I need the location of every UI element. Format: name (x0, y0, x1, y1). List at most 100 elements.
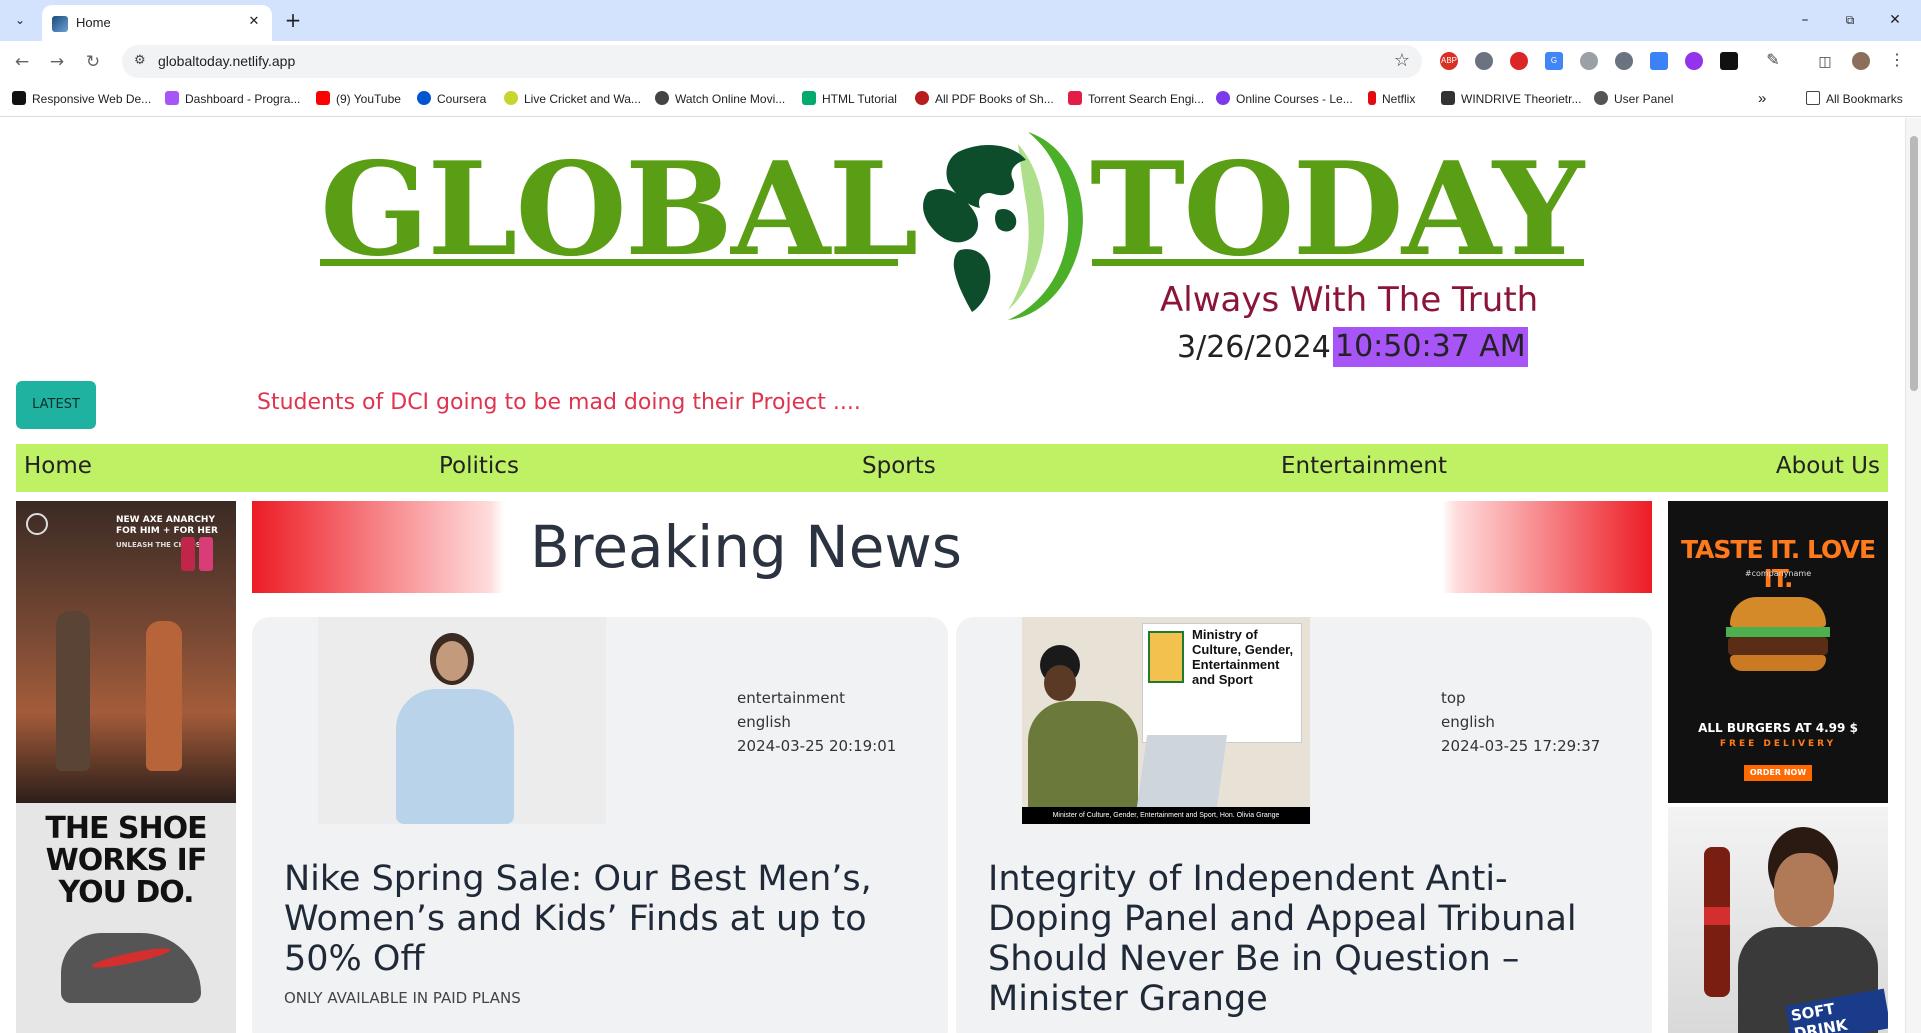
main-navbar: Home Politics Sports Entertainment About… (16, 444, 1888, 492)
all-bookmarks-label: All Bookmarks (1826, 92, 1903, 106)
bookmark-item[interactable]: Netflix (1368, 90, 1415, 108)
nav-sports-link[interactable]: Sports (862, 453, 936, 479)
axe-can-icon (181, 537, 195, 571)
bookmark-favicon-icon (165, 91, 179, 105)
bookmark-label: Watch Online Movi... (675, 92, 786, 106)
nav-politics-link[interactable]: Politics (439, 453, 519, 479)
extensions-puzzle-icon[interactable]: ✎ (1764, 52, 1782, 70)
book-icon (915, 91, 929, 105)
new-tab-plus-icon[interactable]: + (280, 8, 306, 34)
page-viewport: GLOBAL TODAY Always With The Truth 3/26/… (0, 118, 1905, 1033)
bookmark-label: Coursera (437, 92, 487, 106)
cricket-ball-icon (504, 91, 518, 105)
spider-extension-icon[interactable] (1615, 52, 1633, 70)
browser-tab-home[interactable]: Home ✕ (42, 5, 272, 41)
browser-toolbar: ← → ↻ ⚙ globaltoday.netlify.app ☆ ABP G … (0, 41, 1921, 81)
bookmark-item[interactable]: Responsive Web De... (12, 90, 151, 108)
speaker-face-shape (1044, 665, 1076, 701)
bookmark-item[interactable]: Dashboard - Progra... (165, 90, 300, 108)
profile-avatar-icon[interactable] (1852, 52, 1870, 70)
bookmark-item[interactable]: HTML Tutorial (802, 90, 897, 108)
tab-title: Home (76, 15, 111, 30)
page-scrollbar[interactable] (1905, 118, 1921, 1033)
ad-axe-anarchy[interactable]: NEW AXE ANARCHY FOR HIM + FOR HER UNLEAS… (16, 501, 236, 803)
reload-icon[interactable]: ↻ (80, 49, 106, 75)
minimize-window-icon[interactable]: – (1790, 8, 1820, 32)
model-face-shape (436, 641, 468, 681)
current-date: 3/26/2024 (1177, 330, 1331, 365)
news-card-image[interactable] (318, 617, 606, 824)
news-card-title[interactable]: Integrity of Independent Anti-Doping Pan… (988, 859, 1628, 1019)
bookmark-label: HTML Tutorial (822, 92, 897, 106)
bookmark-item[interactable]: Online Courses - Le... (1216, 90, 1353, 108)
news-category: top (1441, 689, 1466, 707)
bookmark-star-icon[interactable]: ☆ (1394, 50, 1410, 71)
latest-button[interactable]: LATEST (16, 381, 96, 429)
news-published-date: 2024-03-25 17:29:37 (1441, 737, 1601, 755)
nav-home-link[interactable]: Home (24, 453, 92, 479)
back-arrow-icon[interactable]: ← (9, 49, 35, 75)
ad-nike-shoe[interactable]: THE SHOE WORKS IF YOU DO. (16, 803, 236, 1033)
bookmark-favicon-icon (12, 91, 26, 105)
bookmark-label: Responsive Web De... (32, 92, 152, 106)
more-bookmarks-chevron-icon[interactable]: » (1758, 90, 1766, 108)
bug-extension-icon[interactable] (1475, 52, 1493, 70)
bookmark-item[interactable]: User Panel (1594, 90, 1673, 108)
coursera-icon (417, 91, 431, 105)
news-card-title[interactable]: Nike Spring Sale: Our Best Men’s, Women’… (284, 859, 924, 979)
bookmark-item[interactable]: Live Cricket and Wa... (504, 90, 641, 108)
news-card[interactable]: Ministry of Culture, Gender, Entertainme… (956, 617, 1652, 1033)
bookmark-label: All PDF Books of Sh... (935, 92, 1054, 106)
adblock-extension-icon[interactable]: ABP (1440, 52, 1458, 70)
translate-extension-icon[interactable]: G (1545, 52, 1563, 70)
film-reel-icon (655, 91, 669, 105)
burger-lettuce-icon (1726, 627, 1830, 637)
bookmark-item[interactable]: Watch Online Movi... (655, 90, 785, 108)
ad-soft-drink[interactable]: SOFT DRINK (1668, 807, 1888, 1033)
language-extension-icon[interactable] (1650, 52, 1668, 70)
forward-arrow-icon[interactable]: → (44, 49, 70, 75)
ad-burger-delivery: FREE DELIVERY (1719, 739, 1837, 749)
jamaica-coat-of-arms-icon (1148, 631, 1184, 683)
ad-burger[interactable]: TASTE IT. LOVE IT. #companyname ALL BURG… (1668, 501, 1888, 803)
ad-nike-headline: THE SHOE WORKS IF YOU DO. (45, 811, 207, 910)
notification-extension-icon[interactable] (1510, 52, 1528, 70)
bookmark-item[interactable]: All PDF Books of Sh... (915, 90, 1054, 108)
all-bookmarks-folder[interactable]: All Bookmarks (1806, 90, 1903, 108)
address-url[interactable]: globaltoday.netlify.app (158, 53, 295, 69)
nav-entertainment-link[interactable]: Entertainment (1281, 453, 1447, 479)
bookmark-item[interactable]: WINDRIVE Theorietr... (1441, 90, 1581, 108)
news-category: entertainment (737, 689, 845, 707)
bookmark-item[interactable]: Torrent Search Engi... (1068, 90, 1204, 108)
purple-extension-icon[interactable] (1685, 52, 1703, 70)
site-info-tune-icon[interactable]: ⚙ (134, 52, 152, 70)
ad-burger-hashtag: #companyname (1744, 569, 1812, 578)
news-card-meta: entertainment english 2024-03-25 20:19:0… (737, 686, 896, 758)
news-card-image[interactable]: Ministry of Culture, Gender, Entertainme… (1022, 617, 1310, 824)
image-caption: Minister of Culture, Gender, Entertainme… (1022, 807, 1310, 824)
burger-bun-bottom-icon (1730, 655, 1826, 671)
folder-icon (1806, 91, 1820, 105)
ad-order-now-button[interactable]: ORDER NOW (1744, 765, 1812, 781)
globe-extension-icon[interactable] (1580, 52, 1598, 70)
browser-menu-kebab-icon[interactable]: ⋮ (1888, 52, 1906, 70)
w3schools-icon (802, 91, 816, 105)
tab-search-chevron-icon[interactable]: ⌄ (8, 8, 32, 32)
news-language: english (737, 713, 791, 731)
bookmark-item[interactable]: (9) YouTube (316, 90, 401, 108)
latest-news-ticker[interactable]: Students of DCI going to be mad doing th… (257, 390, 861, 415)
address-bar[interactable]: ⚙ globaltoday.netlify.app ☆ (122, 45, 1422, 78)
bookmark-item[interactable]: Coursera (417, 90, 486, 108)
ad-axe-headline: NEW AXE ANARCHY FOR HIM + FOR HER (116, 515, 218, 536)
restore-window-icon[interactable]: ⧉ (1835, 8, 1865, 32)
bookmark-label: Dashboard - Progra... (185, 92, 301, 106)
news-card[interactable]: entertainment english 2024-03-25 20:19:0… (252, 617, 948, 1033)
nav-about-us-link[interactable]: About Us (1776, 453, 1880, 479)
paid-plan-note: ONLY AVAILABLE IN PAID PLANS (284, 989, 521, 1007)
scrollbar-thumb[interactable] (1910, 136, 1918, 391)
close-tab-icon[interactable]: ✕ (244, 12, 264, 32)
site-tagline: Always With The Truth (1160, 280, 1539, 320)
side-panel-icon[interactable]: ◫ (1816, 52, 1834, 70)
media-extension-icon[interactable] (1720, 52, 1738, 70)
close-window-icon[interactable]: ✕ (1880, 8, 1910, 32)
